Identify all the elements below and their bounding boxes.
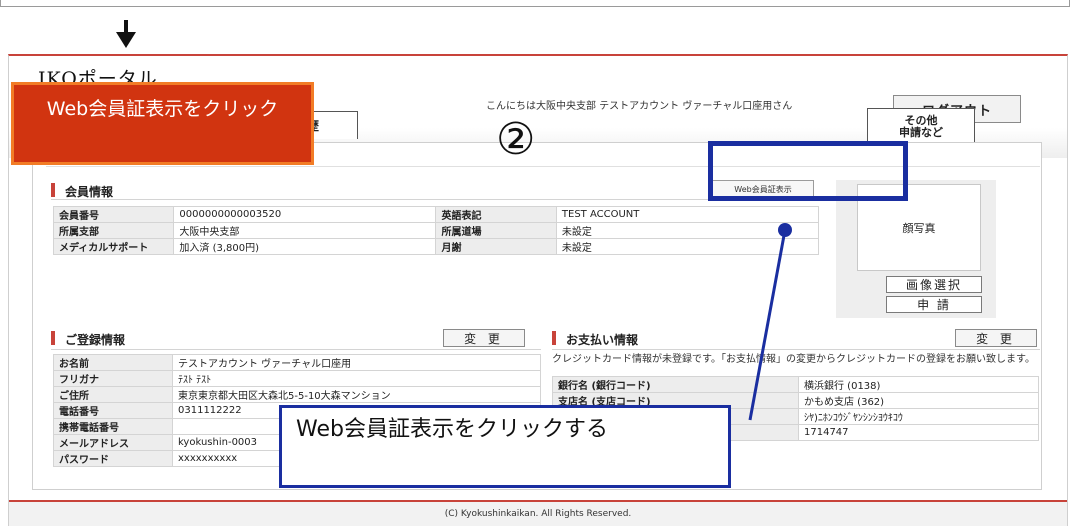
down-arrow-icon: [116, 20, 136, 48]
member-info-title: 会員情報: [65, 185, 114, 199]
registration-edit-button[interactable]: 変 更: [443, 329, 525, 347]
label-bank: 銀行名 (銀行コード): [552, 376, 799, 393]
divider: [552, 349, 1040, 350]
member-info-table: 会員番号 0000000000003520 英語表記 TEST ACCOUNT …: [52, 206, 820, 255]
step-number: ②: [496, 114, 536, 165]
payment-info-title: お支払い情報: [566, 333, 639, 347]
table-row: メディカルサポート 加入済 (3,800円) 月謝 未設定: [52, 238, 820, 255]
label-medical-support: メディカルサポート: [52, 238, 175, 255]
value-english-name: TEST ACCOUNT: [555, 206, 820, 223]
tab-other-line2: 申請など: [899, 126, 943, 139]
label-phone: 電話番号: [53, 402, 173, 419]
table-row: フリガナ ﾃｽﾄ ﾃｽﾄ: [53, 370, 541, 387]
value-account-holder: ｼﾔ)ﾆﾎﾝｺｳｼﾞﾔﾝｼﾝｼﾖｳｷｺｳ: [798, 408, 1039, 425]
instruction-callout-orange: Web会員証表示をクリック: [11, 82, 314, 165]
table-row: ご住所 東京東京都大田区大森北5-5-10大森マンション: [53, 386, 541, 403]
value-name: テストアカウント ヴァーチャル口座用: [172, 354, 541, 371]
label-monthly-fee: 月謝: [435, 238, 557, 255]
value-member-number: 0000000000003520: [173, 206, 437, 223]
label-mobile: 携帯電話番号: [53, 418, 173, 435]
instruction-callout-blue: Web会員証表示をクリックする: [279, 405, 731, 488]
registration-info-title: ご登録情報: [65, 333, 126, 347]
value-address: 東京東京都大田区大森北5-5-10大森マンション: [172, 386, 541, 403]
greeting-text: こんにちは大阪中央支部 テストアカウント ヴァーチャル口座用さん: [486, 101, 793, 112]
value-dojo: 未設定: [555, 222, 820, 239]
value-monthly-fee: 未設定: [555, 238, 820, 255]
label-name: お名前: [53, 354, 173, 371]
table-row: 所属支部 大阪中央支部 所属道場 未設定: [52, 222, 820, 239]
label-branch: 所属支部: [52, 222, 175, 239]
label-password: パスワード: [53, 450, 173, 467]
select-image-button[interactable]: 画像選択: [886, 276, 982, 293]
highlight-box: [708, 141, 908, 201]
value-furigana: ﾃｽﾄ ﾃｽﾄ: [172, 370, 541, 387]
label-member-number: 会員番号: [52, 206, 175, 223]
value-account-number: 1714747: [798, 424, 1039, 441]
table-row: 銀行名 (銀行コード) 横浜銀行 (0138): [552, 376, 1039, 393]
label-address: ご住所: [53, 386, 173, 403]
divider: [51, 199, 819, 200]
payment-notice: クレジットカード情報が未登録です。「お支払情報」の変更からクレジットカードの登録…: [552, 354, 1035, 365]
value-branch-bank: かもめ支店 (362): [798, 392, 1039, 409]
label-english-name: 英語表記: [435, 206, 557, 223]
value-branch: 大阪中央支部: [173, 222, 437, 239]
label-email: メールアドレス: [53, 434, 173, 451]
table-row: お名前 テストアカウント ヴァーチャル口座用: [53, 354, 541, 371]
apply-button[interactable]: 申 請: [886, 296, 982, 313]
value-medical-support: 加入済 (3,800円): [173, 238, 437, 255]
label-dojo: 所属道場: [435, 222, 557, 239]
tab-other-applications[interactable]: その他 申請など: [867, 108, 975, 142]
section-marker: [51, 183, 55, 197]
section-marker: [51, 331, 55, 345]
section-marker: [552, 331, 556, 345]
payment-edit-button[interactable]: 変 更: [955, 329, 1037, 347]
table-row: 会員番号 0000000000003520 英語表記 TEST ACCOUNT: [52, 206, 820, 223]
top-frame-edge: [0, 0, 1070, 7]
value-bank: 横浜銀行 (0138): [798, 376, 1039, 393]
label-furigana: フリガナ: [53, 370, 173, 387]
divider: [51, 349, 541, 350]
footer-copyright: (C) Kyokushinkaikan. All Rights Reserved…: [9, 500, 1067, 526]
